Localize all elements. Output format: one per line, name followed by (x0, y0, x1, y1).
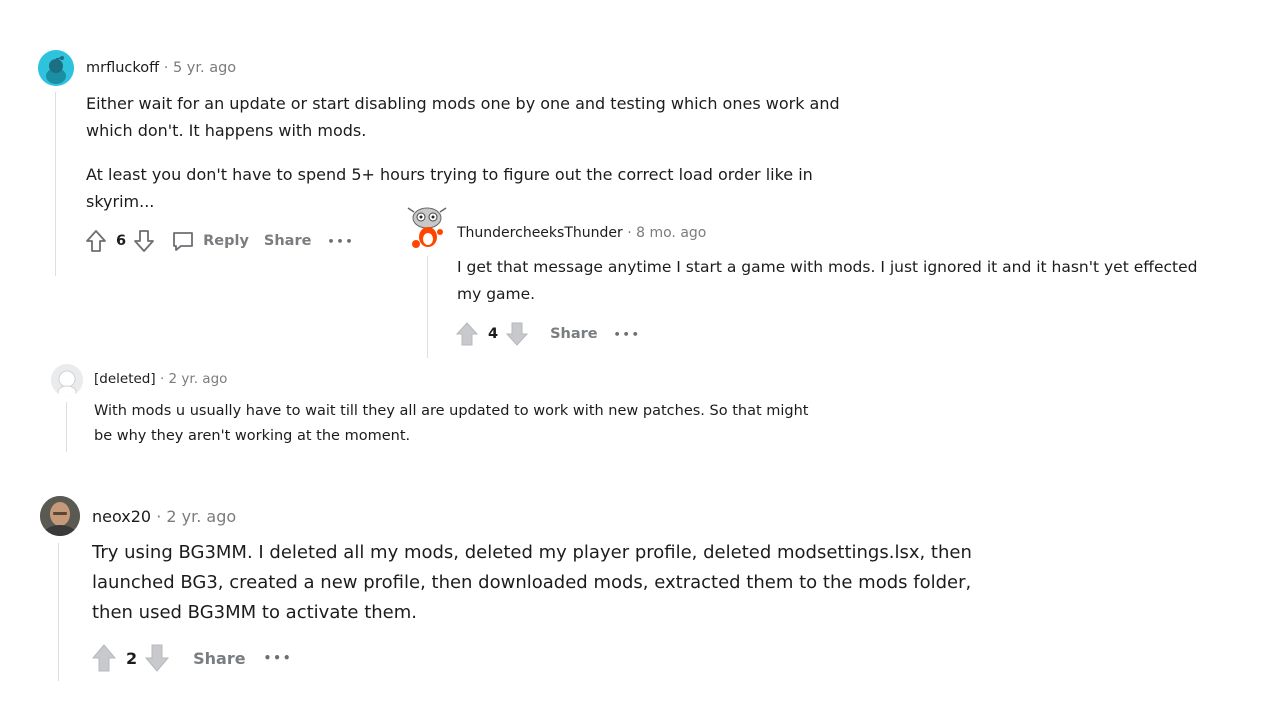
author-name[interactable]: ThundercheeksThunder (457, 225, 623, 241)
comment-meta: ThundercheeksThunder · 8 mo. ago (457, 225, 706, 241)
vote-count: 2 (126, 648, 138, 668)
comment-text-line: launched BG3, created a new profile, the… (92, 572, 972, 593)
avatar[interactable] (404, 204, 450, 250)
author-name[interactable]: neox20 (92, 507, 151, 526)
more-icon[interactable]: ••• (614, 328, 641, 341)
share-button[interactable]: Share (193, 649, 245, 668)
comment-text-line: I get that message anytime I start a gam… (457, 258, 1198, 276)
downvote-icon[interactable] (504, 321, 530, 347)
timestamp[interactable]: 2 yr. ago (169, 371, 228, 387)
meta-separator: · (163, 60, 169, 76)
avatar[interactable] (38, 50, 74, 86)
comment-text-line: which don't. It happens with mods. (86, 121, 367, 140)
timestamp[interactable]: 8 mo. ago (636, 225, 706, 241)
meta-separator: · (159, 371, 165, 387)
avatar-icon (40, 496, 80, 536)
comment-actions: 2 Share ••• (90, 643, 293, 673)
comment-text-line: At least you don't have to spend 5+ hour… (86, 165, 813, 184)
upvote-icon[interactable] (454, 321, 480, 347)
comment-text-line: Either wait for an update or start disab… (86, 94, 840, 113)
thread-line[interactable] (66, 402, 67, 452)
thread-line[interactable] (58, 543, 59, 681)
comment-text-line: my game. (457, 285, 536, 303)
comment-meta: mrfluckoff · 5 yr. ago (86, 60, 236, 76)
comment-body: I get that message anytime I start a gam… (457, 254, 1257, 308)
downvote-icon[interactable] (132, 229, 156, 253)
more-icon[interactable]: ••• (264, 651, 293, 665)
comment-text-line: be why they aren't working at the moment… (94, 428, 411, 444)
more-icon[interactable]: ••• (327, 235, 354, 248)
reply-label: Reply (203, 233, 249, 249)
share-button[interactable]: Share (550, 326, 598, 342)
timestamp[interactable]: 2 yr. ago (166, 507, 236, 526)
comment-text-line: then used BG3MM to activate them. (92, 602, 418, 623)
thread-line[interactable] (55, 92, 56, 276)
comment-body: Either wait for an update or start disab… (86, 90, 886, 215)
thread-line[interactable] (427, 256, 428, 358)
comment-text-line: With mods u usually have to wait till th… (94, 403, 809, 419)
meta-separator: · (627, 225, 632, 241)
meta-separator: · (156, 507, 162, 526)
upvote-icon[interactable] (90, 643, 118, 673)
avatar-icon (407, 207, 447, 248)
comment-text-line: skyrim... (86, 192, 155, 211)
reply-button[interactable]: Reply (170, 229, 249, 253)
comment-icon (170, 229, 196, 253)
comment-meta: neox20 · 2 yr. ago (92, 507, 236, 526)
comment-meta: [deleted] · 2 yr. ago (94, 371, 227, 387)
share-button[interactable]: Share (264, 233, 312, 249)
author-name: [deleted] (94, 371, 156, 387)
downvote-icon[interactable] (143, 643, 171, 673)
upvote-icon[interactable] (84, 229, 108, 253)
comment-body: Try using BG3MM. I deleted all my mods, … (92, 538, 1042, 628)
comment-actions: 6 Reply Share ••• (84, 228, 355, 254)
comment-actions: 4 Share ••• (454, 321, 641, 347)
comment-text-line: Try using BG3MM. I deleted all my mods, … (92, 542, 972, 563)
vote-count: 4 (488, 326, 499, 342)
avatar-icon (51, 364, 83, 396)
avatar[interactable] (51, 364, 83, 396)
vote-count: 6 (116, 233, 127, 249)
author-name[interactable]: mrfluckoff (86, 60, 159, 76)
avatar[interactable] (40, 496, 80, 536)
timestamp[interactable]: 5 yr. ago (173, 60, 236, 76)
comment-body: With mods u usually have to wait till th… (94, 399, 894, 449)
avatar-icon (38, 50, 74, 86)
